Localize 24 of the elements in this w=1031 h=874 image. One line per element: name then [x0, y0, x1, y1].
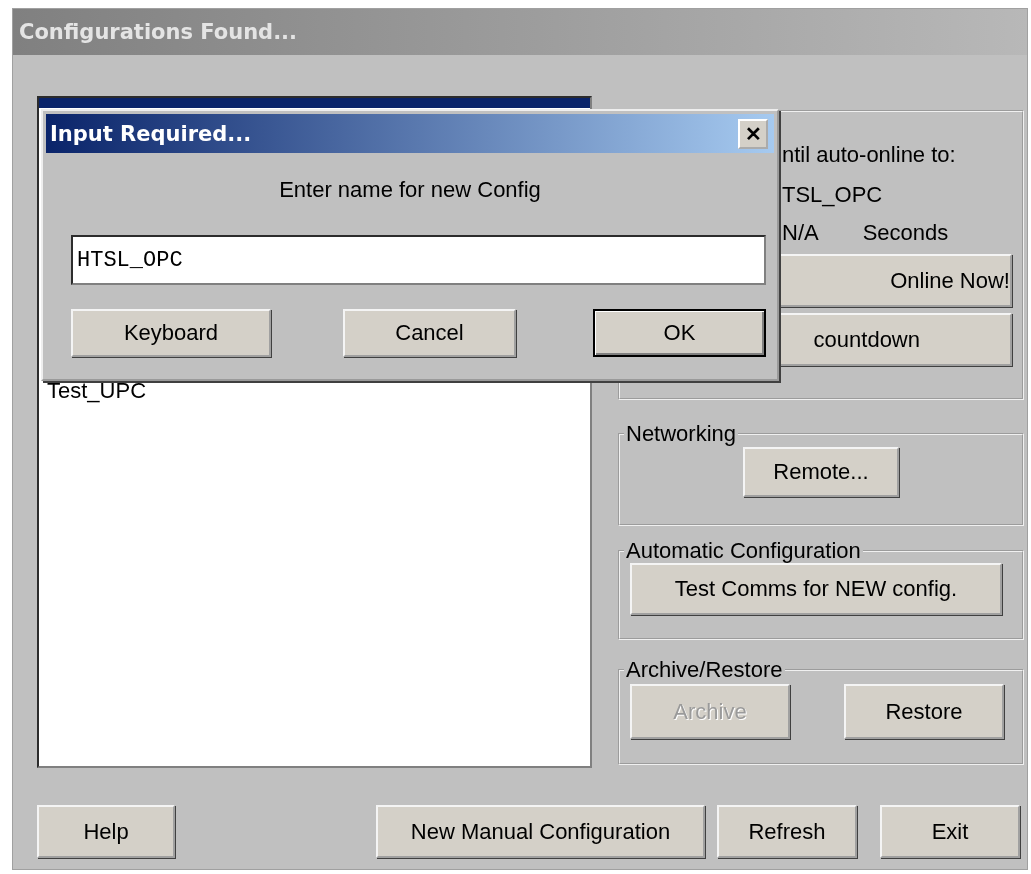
- group-title: Archive/Restore: [625, 658, 784, 682]
- footer-button[interactable]: Exit: [880, 805, 1020, 858]
- dialog-button[interactable]: OK: [593, 309, 766, 357]
- window-title: Configurations Found...: [19, 20, 298, 44]
- dialog-button[interactable]: Cancel: [343, 309, 516, 357]
- prompt-label: Enter name for new Config: [278, 177, 542, 203]
- name-input-field[interactable]: HTSL_OPC: [71, 235, 766, 285]
- config-name: TSL_OPC: [782, 182, 883, 208]
- group-button[interactable]: Test Comms for NEW config.: [630, 563, 1002, 615]
- close-button[interactable]: ✕: [738, 118, 768, 149]
- footer-button[interactable]: New Manual Configuration: [376, 805, 705, 858]
- seconds-value: N/A: [782, 220, 819, 246]
- footer-button[interactable]: Help: [37, 805, 175, 858]
- selected-row[interactable]: [39, 98, 590, 108]
- countdown-label: ntil auto-online to:: [782, 142, 956, 168]
- list-item[interactable]: Test_UPC: [39, 378, 590, 404]
- group-title: Automatic Configuration: [625, 539, 862, 563]
- seconds-label: Seconds: [862, 220, 949, 246]
- dialog-title: Input Required...: [50, 121, 252, 146]
- group-title: Networking: [625, 422, 738, 446]
- group-button[interactable]: Remote...: [743, 447, 899, 497]
- group-button[interactable]: Restore: [844, 684, 1004, 739]
- dialog-button[interactable]: Keyboard: [71, 309, 271, 357]
- footer-button[interactable]: Refresh: [717, 805, 857, 858]
